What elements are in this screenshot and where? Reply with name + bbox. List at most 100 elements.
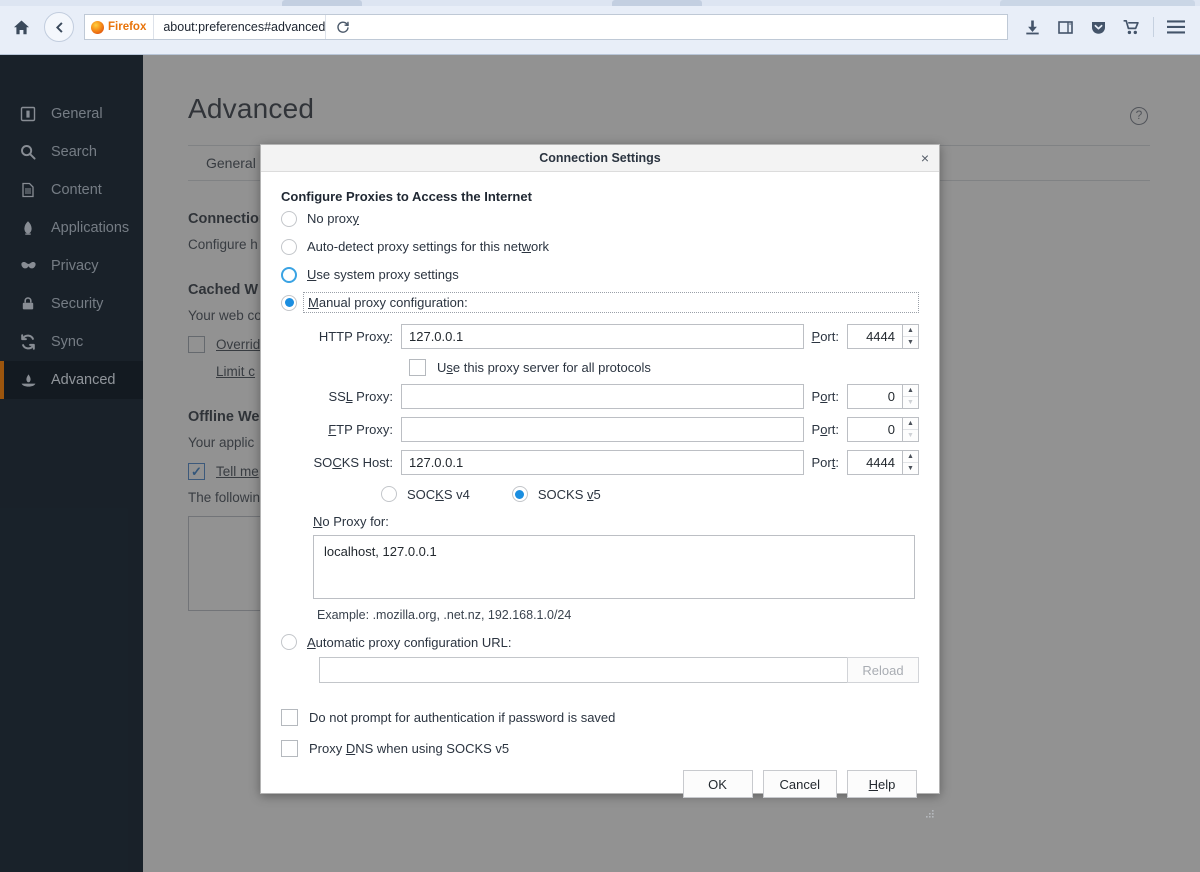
- radio-pac-row[interactable]: Automatic proxy configuration URL:: [281, 634, 919, 650]
- pocket-icon[interactable]: [1082, 12, 1115, 42]
- spinner-down-icon[interactable]: ▼: [903, 463, 918, 474]
- browser-chrome: Firefox about:preferences#advanced: [0, 0, 1200, 55]
- socks-version-group: SOCKS v4 SOCKS v5: [381, 486, 919, 502]
- dialog-titlebar: Connection Settings ×: [261, 145, 939, 172]
- http-proxy-input[interactable]: 127.0.0.1: [401, 324, 804, 349]
- radio-socks-v4-control[interactable]: [381, 486, 397, 502]
- pac-reload-button[interactable]: Reload: [847, 657, 919, 683]
- radio-system-proxy-control[interactable]: [281, 267, 297, 283]
- identity-chip-label: Firefox: [108, 21, 146, 33]
- proxy-dns-row[interactable]: Proxy DNS when using SOCKS v5: [281, 740, 919, 757]
- spinner-up-icon[interactable]: ▲: [903, 385, 918, 397]
- no-auth-prompt-row[interactable]: Do not prompt for authentication if pass…: [281, 709, 919, 726]
- http-proxy-row: HTTP Proxy: 127.0.0.1 Port: 4444 ▲ ▼: [281, 324, 919, 349]
- radio-no-proxy-control[interactable]: [281, 211, 297, 227]
- resize-grip[interactable]: [925, 806, 935, 816]
- socks-port-stepper[interactable]: 4444 ▲ ▼: [847, 450, 919, 475]
- radio-socks-v5-control[interactable]: [512, 486, 528, 502]
- http-proxy-label: HTTP Proxy:: [281, 329, 401, 344]
- cancel-button[interactable]: Cancel: [763, 770, 837, 798]
- home-icon[interactable]: [6, 12, 36, 42]
- menu-icon[interactable]: [1159, 12, 1192, 42]
- radio-manual-proxy-label-focus: Manual proxy configuration:: [303, 292, 919, 313]
- download-icon[interactable]: [1016, 12, 1049, 42]
- all-protocols-row[interactable]: Use this proxy server for all protocols: [409, 359, 919, 376]
- ftp-port-spinner[interactable]: ▲ ▼: [902, 417, 919, 442]
- ftp-proxy-row: FTP Proxy: Port: 0 ▲ ▼: [281, 417, 919, 442]
- address-bar[interactable]: Firefox about:preferences#advanced: [84, 14, 1008, 40]
- socks-port-input[interactable]: 4444: [847, 450, 902, 475]
- http-port-label: Port:: [804, 329, 847, 344]
- ftp-port-input[interactable]: 0: [847, 417, 902, 442]
- ssl-port-spinner[interactable]: ▲ ▼: [902, 384, 919, 409]
- navigation-toolbar: Firefox about:preferences#advanced: [0, 6, 1200, 48]
- modal-overlay-sidebar: [0, 55, 143, 872]
- url-text[interactable]: about:preferences#advanced: [154, 20, 325, 34]
- radio-no-proxy[interactable]: No proxy: [281, 205, 919, 232]
- all-protocols-label: Use this proxy server for all protocols: [437, 360, 651, 375]
- spinner-up-icon[interactable]: ▲: [903, 418, 918, 430]
- radio-no-proxy-label: No proxy: [307, 211, 359, 226]
- no-auth-prompt-label: Do not prompt for authentication if pass…: [309, 710, 615, 725]
- http-port-input[interactable]: 4444: [847, 324, 902, 349]
- ok-button[interactable]: OK: [683, 770, 753, 798]
- socks-port-label: Port:: [804, 455, 847, 470]
- ssl-proxy-label: SSL Proxy:: [281, 389, 401, 404]
- ssl-proxy-row: SSL Proxy: Port: 0 ▲ ▼: [281, 384, 919, 409]
- no-proxy-example: Example: .mozilla.org, .net.nz, 192.168.…: [317, 608, 919, 622]
- dialog-title: Connection Settings: [539, 151, 661, 165]
- ftp-proxy-input[interactable]: [401, 417, 804, 442]
- ftp-proxy-label: FTP Proxy:: [281, 422, 401, 437]
- radio-manual-proxy-label: Manual proxy configuration:: [308, 295, 468, 310]
- radio-socks-v5-label: SOCKS v5: [538, 487, 601, 502]
- dialog-body: Configure Proxies to Access the Internet…: [261, 172, 939, 757]
- socks-host-row: SOCKS Host: 127.0.0.1 Port: 4444 ▲ ▼: [281, 450, 919, 475]
- ssl-proxy-input[interactable]: [401, 384, 804, 409]
- firefox-logo-icon: [91, 21, 104, 34]
- pac-url-row: Reload: [319, 657, 919, 683]
- radio-manual-proxy[interactable]: Manual proxy configuration:: [281, 289, 919, 316]
- connection-settings-dialog: Connection Settings × Configure Proxies …: [260, 144, 940, 794]
- radio-auto-detect[interactable]: Auto-detect proxy settings for this netw…: [281, 233, 919, 260]
- identity-chip[interactable]: Firefox: [85, 15, 154, 39]
- ssl-port-label: Port:: [804, 389, 847, 404]
- ftp-port-stepper[interactable]: 0 ▲ ▼: [847, 417, 919, 442]
- radio-pac-label: Automatic proxy configuration URL:: [307, 635, 511, 650]
- spinner-up-icon[interactable]: ▲: [903, 325, 918, 337]
- no-proxy-label: No Proxy for:: [313, 514, 919, 529]
- pac-url-input[interactable]: [319, 657, 847, 683]
- help-button[interactable]: Help: [847, 770, 917, 798]
- radio-manual-proxy-control[interactable]: [281, 295, 297, 311]
- ssl-port-input[interactable]: 0: [847, 384, 902, 409]
- no-proxy-textarea[interactable]: localhost, 127.0.0.1: [313, 535, 915, 599]
- reload-icon[interactable]: [325, 14, 359, 40]
- ssl-port-stepper[interactable]: 0 ▲ ▼: [847, 384, 919, 409]
- proxy-dns-checkbox[interactable]: [281, 740, 298, 757]
- spinner-down-icon[interactable]: ▼: [903, 430, 918, 441]
- radio-system-proxy-label: Use system proxy settings: [307, 267, 459, 282]
- radio-auto-detect-control[interactable]: [281, 239, 297, 255]
- http-port-stepper[interactable]: 4444 ▲ ▼: [847, 324, 919, 349]
- spinner-down-icon[interactable]: ▼: [903, 397, 918, 408]
- radio-pac-control[interactable]: [281, 634, 297, 650]
- socks-host-input[interactable]: 127.0.0.1: [401, 450, 804, 475]
- socks-host-label: SOCKS Host:: [281, 455, 401, 470]
- all-protocols-checkbox[interactable]: [409, 359, 426, 376]
- radio-socks-v4-label: SOCKS v4: [407, 487, 470, 502]
- toolbar-divider: [1153, 17, 1154, 37]
- no-auth-prompt-checkbox[interactable]: [281, 709, 298, 726]
- close-icon[interactable]: ×: [921, 151, 929, 165]
- cart-icon[interactable]: [1115, 12, 1148, 42]
- radio-system-proxy[interactable]: Use system proxy settings: [281, 261, 919, 288]
- radio-auto-detect-label: Auto-detect proxy settings for this netw…: [307, 239, 549, 254]
- sidebar-icon[interactable]: [1049, 12, 1082, 42]
- http-port-spinner[interactable]: ▲ ▼: [902, 324, 919, 349]
- configure-proxies-heading: Configure Proxies to Access the Internet: [281, 189, 919, 204]
- dialog-footer: OK Cancel Help: [261, 757, 939, 819]
- ftp-port-label: Port:: [804, 422, 847, 437]
- socks-port-spinner[interactable]: ▲ ▼: [902, 450, 919, 475]
- spinner-down-icon[interactable]: ▼: [903, 337, 918, 348]
- spinner-up-icon[interactable]: ▲: [903, 451, 918, 463]
- proxy-dns-label: Proxy DNS when using SOCKS v5: [309, 741, 509, 756]
- back-button[interactable]: [44, 12, 74, 42]
